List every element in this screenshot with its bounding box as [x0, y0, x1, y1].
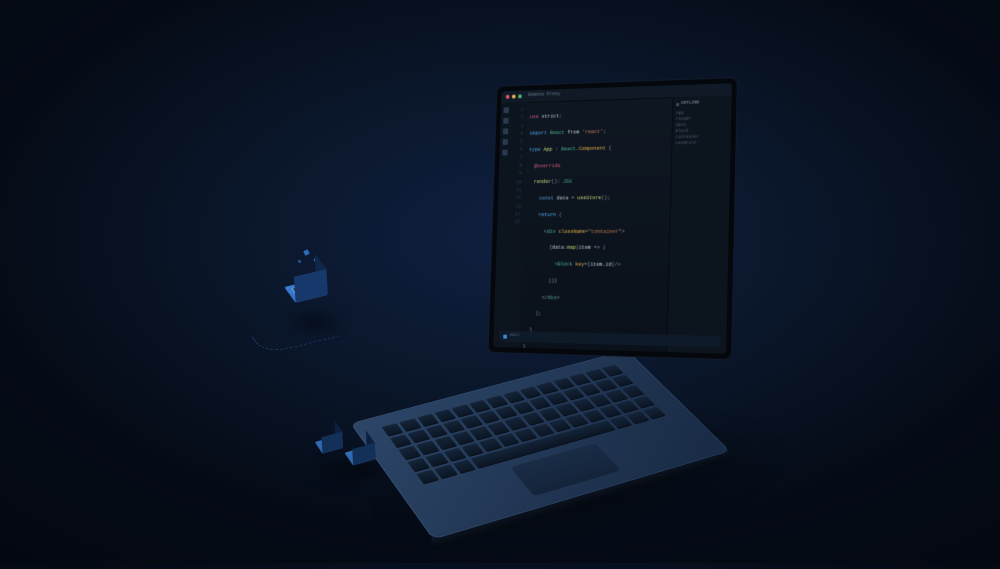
minimize-icon [512, 95, 516, 99]
laptop-screen: Remote Proxy 123456789101112131415 use s… [488, 77, 738, 360]
outline-item: Block [676, 128, 729, 135]
keyboard [382, 364, 666, 484]
branch-icon [503, 334, 507, 338]
search-icon [503, 118, 508, 124]
floating-cube [284, 279, 328, 302]
outline-item: data [676, 122, 729, 129]
files-icon [504, 107, 509, 113]
panel-icon [676, 103, 679, 106]
outline-panel: OUTLINE App render data Block container … [666, 95, 731, 354]
code-area: use strict; import React from 'react'; t… [519, 97, 673, 352]
outline-item: useStore [675, 140, 728, 147]
maximize-icon [518, 94, 522, 98]
scene: Remote Proxy 123456789101112131415 use s… [0, 0, 1000, 563]
close-icon [506, 95, 510, 99]
ext-icon [502, 150, 507, 156]
ground-cube-circle [315, 436, 343, 453]
debug-icon [502, 139, 507, 145]
status-branch: main [509, 333, 519, 340]
code-editor: Remote Proxy 123456789101112131415 use s… [493, 83, 732, 354]
outline-item: App [676, 110, 729, 118]
git-icon [503, 128, 508, 134]
outline-item: render [676, 116, 729, 123]
outline-title: OUTLINE [681, 100, 699, 108]
outline-item: container [675, 134, 728, 141]
